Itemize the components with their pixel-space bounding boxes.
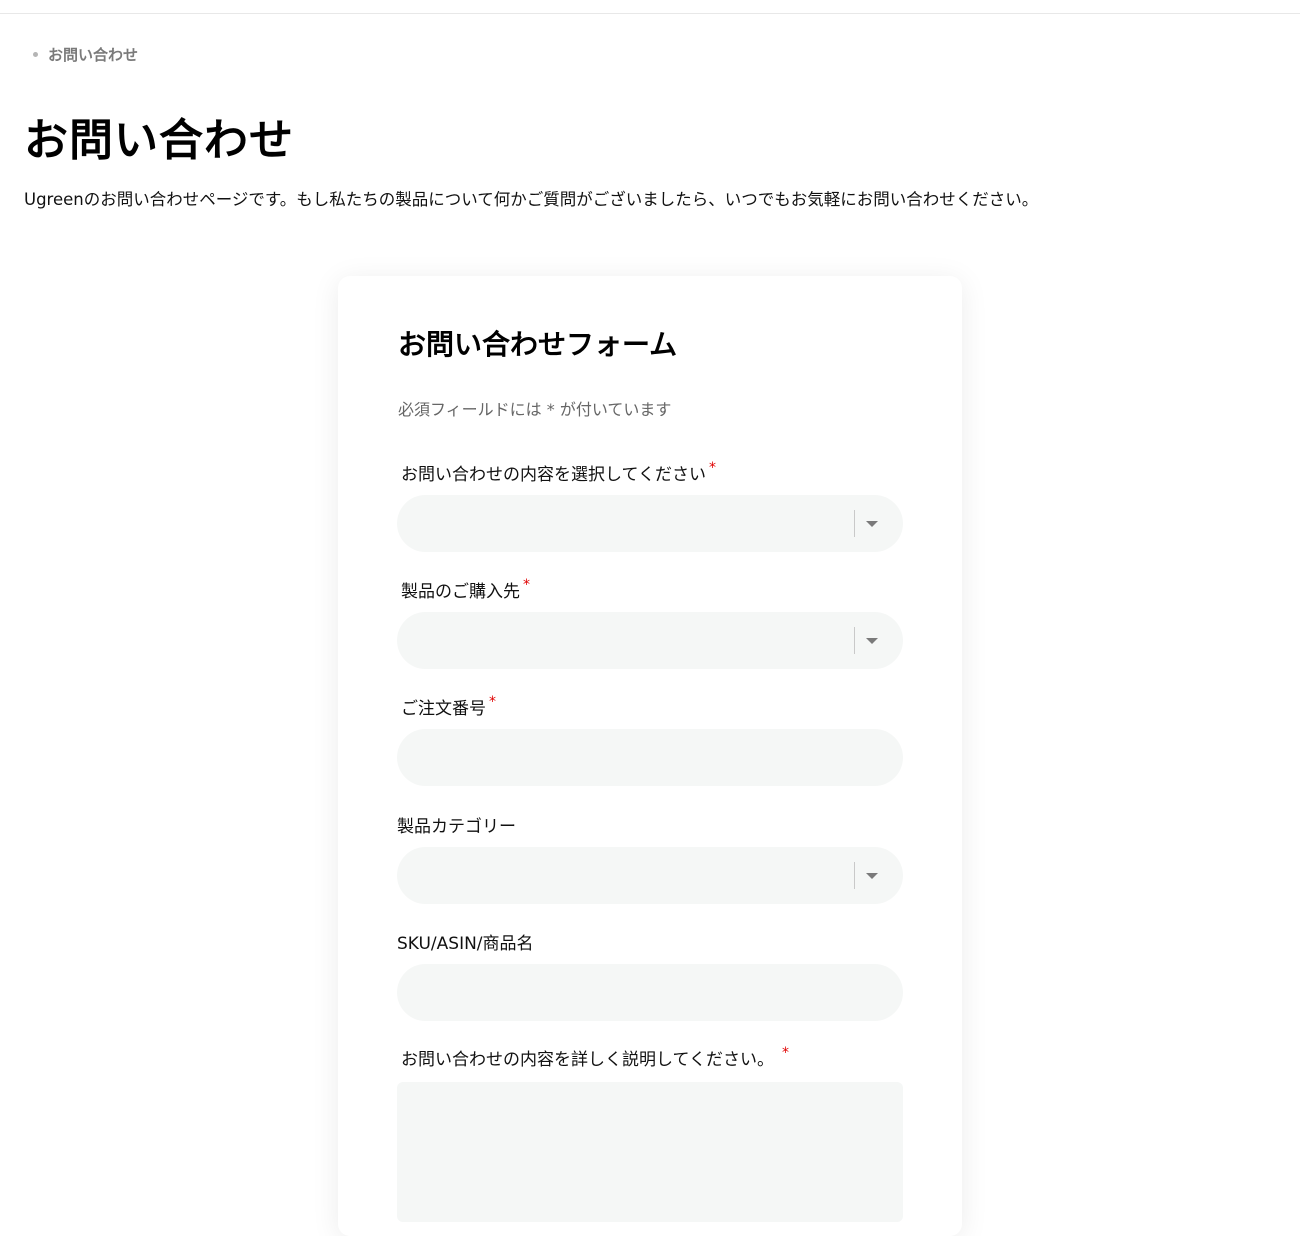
chevron-down-icon[interactable] <box>866 521 878 527</box>
details-label: お問い合わせの内容を詳しく説明してください。 * <box>401 1045 789 1070</box>
contact-form-card: お問い合わせフォーム 必須フィールドには * が付いています お問い合わせの内容… <box>338 276 962 1236</box>
product-category-label-text: 製品カテゴリー <box>397 817 516 837</box>
order-number-field <box>397 729 903 786</box>
header-divider <box>0 13 1300 14</box>
product-category-label: 製品カテゴリー <box>397 812 516 837</box>
product-category-select[interactable] <box>397 847 903 904</box>
page-title: お問い合わせ <box>24 115 294 166</box>
chevron-down-icon[interactable] <box>866 873 878 879</box>
purchase-place-label-text: 製品のご購入先 <box>401 582 520 602</box>
breadcrumb: お問い合わせ <box>33 44 138 65</box>
required-note: 必須フィールドには * が付いています <box>398 400 672 419</box>
inquiry-type-label: お問い合わせの内容を選択してください * <box>401 460 716 485</box>
sku-field <box>397 964 903 1021</box>
required-mark: * <box>523 577 530 593</box>
chevron-down-icon[interactable] <box>866 638 878 644</box>
details-textarea[interactable] <box>397 1082 903 1222</box>
sku-label-text: SKU/ASIN/商品名 <box>397 934 534 954</box>
select-divider <box>854 862 855 889</box>
required-mark: * <box>708 460 716 476</box>
order-number-label: ご注文番号 * <box>401 694 496 719</box>
breadcrumb-dot-icon <box>33 52 38 57</box>
required-mark: * <box>489 694 496 710</box>
form-title: お問い合わせフォーム <box>398 328 678 361</box>
page-description: Ugreenのお問い合わせページです。もし私たちの製品について何かご質問がござい… <box>24 190 1039 209</box>
purchase-place-select[interactable] <box>397 612 903 669</box>
order-number-input[interactable] <box>397 729 903 786</box>
required-mark: * <box>781 1045 789 1061</box>
order-number-label-text: ご注文番号 <box>401 699 486 719</box>
select-divider <box>854 510 855 537</box>
purchase-place-label: 製品のご購入先 * <box>401 577 530 602</box>
breadcrumb-current: お問い合わせ <box>48 46 139 64</box>
inquiry-type-label-text: お問い合わせの内容を選択してください <box>401 465 706 485</box>
inquiry-type-select[interactable] <box>397 495 903 552</box>
sku-label: SKU/ASIN/商品名 <box>397 929 534 954</box>
select-divider <box>854 627 855 654</box>
sku-input[interactable] <box>397 964 903 1021</box>
details-label-text: お問い合わせの内容を詳しく説明してください。 <box>401 1050 774 1070</box>
